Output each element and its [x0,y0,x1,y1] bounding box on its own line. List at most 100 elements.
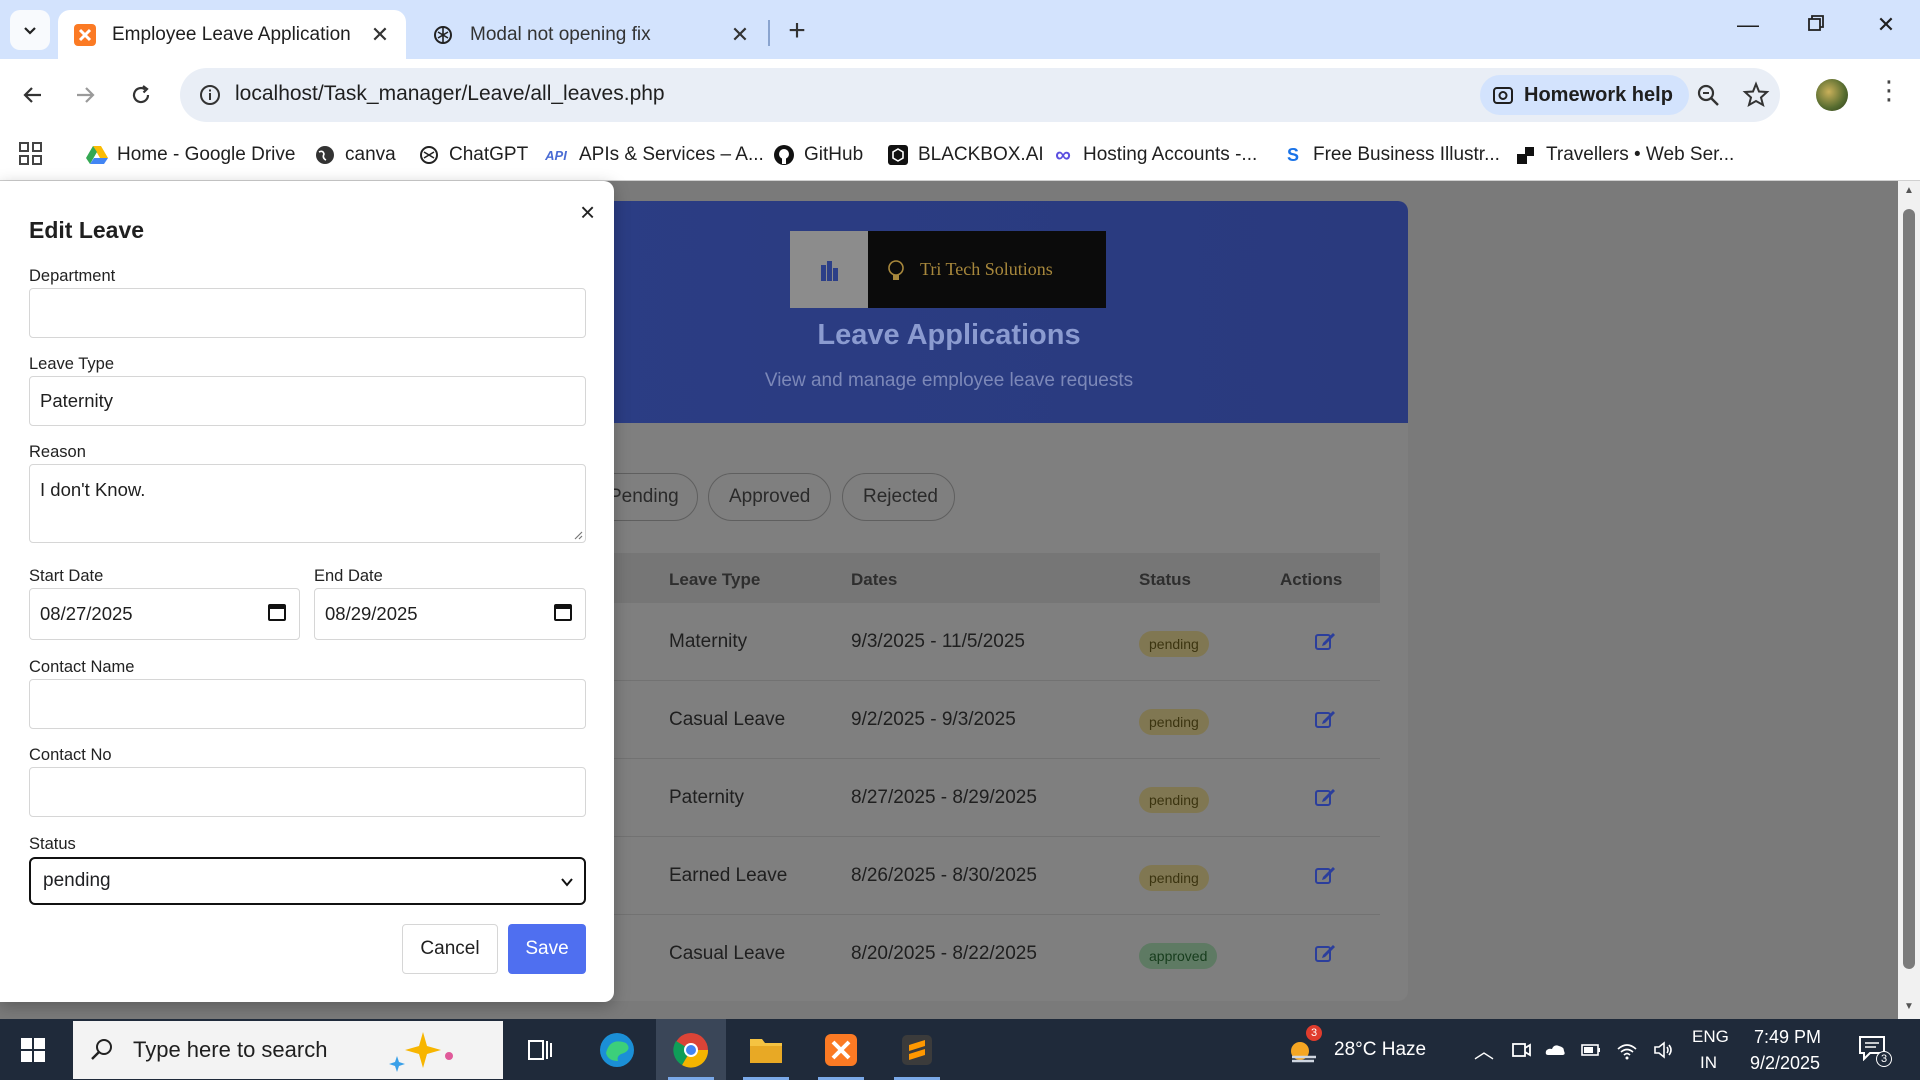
close-window-icon[interactable]: ✕ [1866,12,1906,38]
weather-text: 28°C Haze [1334,1039,1427,1060]
edit-icon[interactable] [1313,785,1337,809]
lens-icon [1493,87,1513,104]
reload-icon[interactable] [122,76,160,114]
tab-modal-fix[interactable]: Modal not opening fix ✕ [416,10,766,59]
task-view-icon[interactable] [505,1019,575,1080]
chrome-icon[interactable] [656,1019,726,1080]
language-top[interactable]: ENG [1692,1027,1729,1047]
bookmark-google-drive[interactable]: Home - Google Drive [86,139,295,171]
windows-start-icon[interactable] [20,1037,46,1063]
taskbar-search[interactable]: Type here to search [73,1021,503,1079]
start-date-field[interactable]: 08/27/2025 [29,588,300,640]
bookmark-github[interactable]: GitHub [773,139,863,171]
filter-approved[interactable]: Approved [708,473,831,521]
status-badge: pending [1139,787,1209,813]
weather-badge: 3 [1306,1025,1322,1041]
status-select[interactable]: pending [29,857,586,905]
clock-time[interactable]: 7:49 PM [1754,1027,1821,1048]
volume-icon[interactable] [1652,1039,1674,1061]
filter-rejected[interactable]: Rejected [842,473,955,521]
bookmark-apis-services[interactable]: API APIs & Services – A... [542,139,764,171]
tab-search-button[interactable] [10,10,50,50]
file-explorer-icon[interactable] [731,1019,801,1080]
show-hidden-icons[interactable]: ︿ [1474,1035,1494,1064]
reason-textarea[interactable]: I don't Know. [29,464,586,543]
dates-cell: 8/20/2025 - 8/22/2025 [851,943,1037,964]
search-icon [91,1039,112,1060]
edit-icon[interactable] [1313,707,1337,731]
api-icon: API [545,147,567,163]
new-tab-button[interactable]: + [780,14,814,48]
table-row: Maternity 9/3/2025 - 11/5/2025 pending [580,603,1380,681]
notification-center[interactable]: 3 [1858,1035,1892,1067]
homework-help-button[interactable]: Homework help [1480,75,1689,115]
address-bar[interactable]: localhost/Task_manager/Leave/all_leaves.… [180,68,1780,122]
table-row: Earned Leave 8/26/2025 - 8/30/2025 pendi… [580,837,1380,915]
bookmark-hosting-accounts[interactable]: ∞ Hosting Accounts -... [1052,139,1257,171]
col-leave-type: Leave Type [669,570,761,589]
bookmark-star-icon[interactable] [1742,81,1770,109]
infinity-icon: ∞ [1055,142,1071,167]
bookmark-chatgpt[interactable]: ChatGPT [418,139,528,171]
modal-title: Edit Leave [29,217,145,243]
url-text: localhost/Task_manager/Leave/all_leaves.… [235,82,665,105]
end-date-field[interactable]: 08/29/2025 [314,588,586,640]
bookmark-free-business[interactable]: S Free Business Illustr... [1282,139,1500,171]
contact-no-field[interactable] [29,767,586,817]
contact-no-label: Contact No [29,746,112,764]
search-placeholder: Type here to search [133,1037,328,1062]
cancel-button[interactable]: Cancel [402,924,498,974]
scroll-thumb[interactable] [1903,209,1915,969]
blackbox-icon [887,144,909,166]
browser-menu-icon[interactable]: ⋮ [1876,75,1902,106]
leave-type-field[interactable]: Paternity [29,376,586,426]
meet-now-icon[interactable] [1510,1039,1532,1061]
contact-name-field[interactable] [29,679,586,729]
wifi-icon[interactable] [1616,1039,1638,1061]
resize-handle-icon[interactable] [573,530,583,540]
tab-employee-leave[interactable]: Employee Leave Application ✕ [58,10,406,59]
onedrive-icon[interactable] [1544,1039,1566,1061]
xampp-icon[interactable] [806,1019,876,1080]
site-info-icon[interactable] [196,81,224,109]
department-label: Department [29,267,116,285]
profile-avatar[interactable] [1816,79,1848,111]
scroll-down-icon[interactable]: ▼ [1903,1001,1915,1012]
edit-icon[interactable] [1313,863,1337,887]
apps-grid-icon[interactable] [18,141,44,167]
status-label: Status [29,835,76,853]
tab-title: Employee Leave Application [112,23,351,45]
forward-icon[interactable] [66,76,104,114]
tab-close-icon[interactable]: ✕ [728,22,752,48]
department-field[interactable] [29,288,586,338]
language-bottom: IN [1700,1053,1717,1072]
zoom-icon[interactable] [1694,81,1722,109]
minimize-icon[interactable]: — [1728,12,1768,38]
back-icon[interactable] [14,76,52,114]
end-date-label: End Date [314,567,383,585]
restore-icon[interactable] [1796,12,1836,38]
edit-icon[interactable] [1313,941,1337,965]
edge-icon[interactable] [582,1019,652,1080]
dates-cell: 9/2/2025 - 9/3/2025 [851,709,1016,730]
page-scrollbar[interactable]: ▲ ▼ [1898,181,1920,1019]
dates-cell: 8/26/2025 - 8/30/2025 [851,865,1037,886]
save-button[interactable]: Save [508,924,586,974]
calendar-icon[interactable] [267,602,287,622]
bookmark-blackbox[interactable]: BLACKBOX.AI [887,139,1044,171]
close-icon[interactable]: × [580,197,595,228]
edit-icon[interactable] [1313,629,1337,653]
bookmark-canva[interactable]: canva [314,139,396,171]
google-drive-icon [86,144,108,166]
calendar-icon[interactable] [553,602,573,622]
chevron-down-icon [24,27,36,35]
tab-close-icon[interactable]: ✕ [368,22,392,48]
bookmark-travellers[interactable]: Travellers • Web Ser... [1515,139,1734,171]
status-badge: pending [1139,709,1209,735]
storyset-icon: S [1286,144,1299,165]
scroll-up-icon[interactable]: ▲ [1903,185,1915,196]
sublime-text-icon[interactable] [882,1019,952,1080]
xampp-favicon-icon [72,22,98,48]
battery-icon[interactable] [1580,1039,1602,1061]
tab-separator [768,20,770,46]
